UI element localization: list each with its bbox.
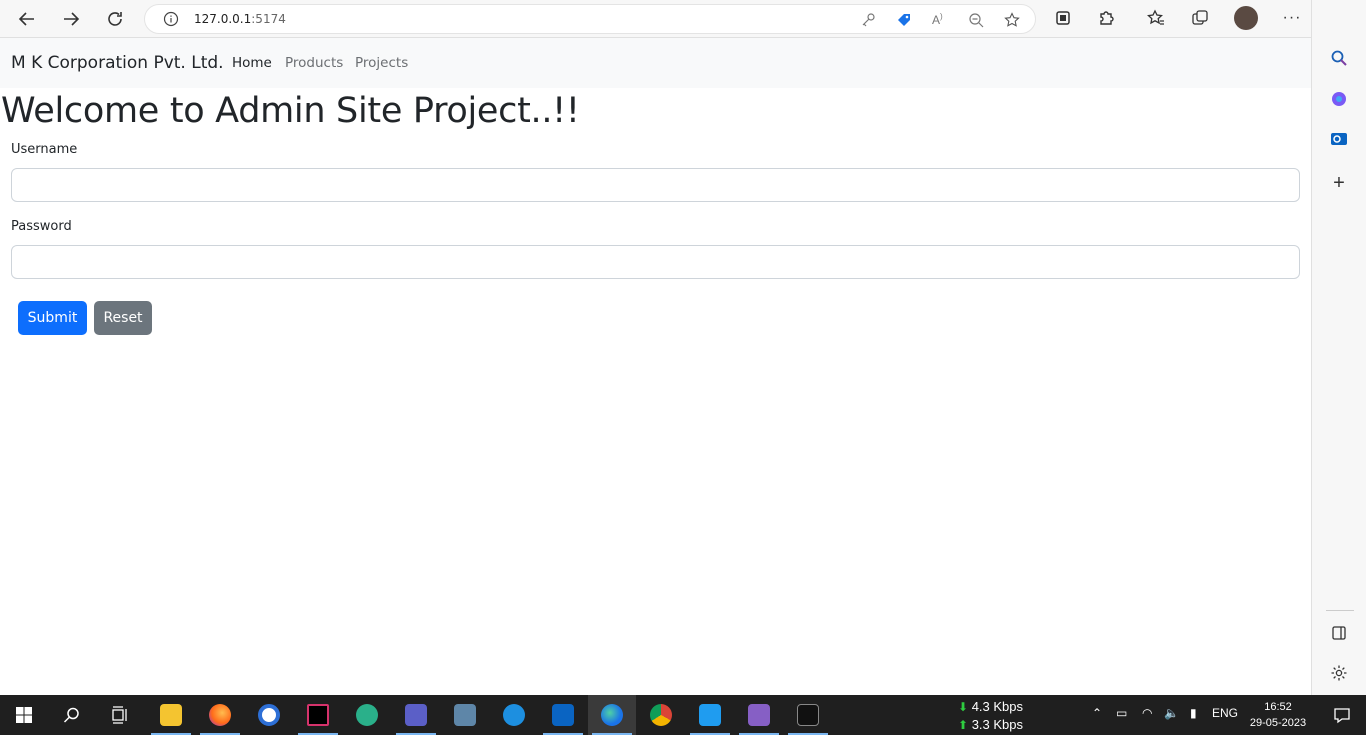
back-arrow-icon xyxy=(18,12,34,26)
vscode-taskbar[interactable] xyxy=(686,695,734,735)
terminal-icon xyxy=(797,704,819,726)
chrome-icon xyxy=(650,704,672,726)
app-taskbar[interactable] xyxy=(343,695,391,735)
app-icon xyxy=(356,704,378,726)
visual-studio-taskbar[interactable] xyxy=(735,695,783,735)
search-icon[interactable] xyxy=(1329,48,1349,68)
firefox-icon xyxy=(209,704,231,726)
app-w-icon xyxy=(258,704,280,726)
net-down-speed: 4.3 Kbps xyxy=(971,699,1024,714)
password-label: Password xyxy=(11,219,72,234)
navbar: M K Corporation Pvt. Ltd. Home Products … xyxy=(0,38,1311,88)
volume-icon[interactable]: 🔈 xyxy=(1164,706,1179,720)
wifi-icon[interactable]: ◠ xyxy=(1142,706,1152,720)
battery-icon[interactable]: ▭ xyxy=(1116,706,1127,720)
profile-avatar[interactable] xyxy=(1234,6,1258,30)
read-aloud-icon[interactable]: A) xyxy=(932,12,948,28)
chrome-taskbar[interactable] xyxy=(637,695,685,735)
sidebar-divider xyxy=(1326,610,1354,611)
app-tray-icon xyxy=(454,704,476,726)
app-tray-taskbar[interactable] xyxy=(441,695,489,735)
file-explorer-taskbar[interactable] xyxy=(147,695,195,735)
add-icon[interactable]: + xyxy=(1329,172,1349,194)
submit-button[interactable]: Submit xyxy=(18,301,87,335)
username-input[interactable] xyxy=(11,168,1300,202)
password-input[interactable] xyxy=(11,245,1300,279)
edge-taskbar[interactable] xyxy=(588,695,636,735)
nav-link-products[interactable]: Products xyxy=(285,55,343,71)
search-icon xyxy=(63,707,79,723)
notification-icon xyxy=(1334,708,1350,724)
terminal-taskbar[interactable] xyxy=(784,695,832,735)
outlook-taskbar[interactable] xyxy=(539,695,587,735)
net-up-speed: 3.3 Kbps xyxy=(971,717,1024,732)
network-speed: ⬇ 4.3 Kbps ⬆ 3.3 Kbps xyxy=(958,699,1024,732)
docker-icon xyxy=(503,704,525,726)
edge-sidebar: + xyxy=(1311,0,1366,695)
favorites-icon[interactable] xyxy=(1146,8,1166,28)
outlook-icon xyxy=(552,704,574,726)
settings-menu-icon[interactable]: ··· xyxy=(1282,8,1302,28)
language-indicator[interactable]: ENG xyxy=(1212,706,1238,720)
app-w-taskbar[interactable] xyxy=(245,695,293,735)
add-favorite-icon[interactable] xyxy=(1004,12,1020,28)
folder-icon xyxy=(160,704,182,726)
nav-link-projects[interactable]: Projects xyxy=(355,55,408,71)
url-port: :5174 xyxy=(251,12,286,26)
page-title: Welcome to Admin Site Project..!! xyxy=(1,91,580,131)
microphone-icon[interactable]: ▮ xyxy=(1190,706,1197,720)
zoom-out-icon[interactable] xyxy=(968,12,984,28)
hide-sidebar-icon[interactable] xyxy=(1329,623,1349,643)
clock-time: 16:52 xyxy=(1264,701,1292,713)
key-icon[interactable] xyxy=(860,12,876,28)
address-bar[interactable]: 127.0.0.1:5174 A) xyxy=(144,4,1036,34)
outlook-icon[interactable] xyxy=(1329,129,1349,149)
windows-taskbar: ⬇ 4.3 Kbps ⬆ 3.3 Kbps ⌃ ▭ ◠ 🔈 ▮ ENG 16:5… xyxy=(0,695,1366,735)
extensions-icon[interactable] xyxy=(1096,8,1116,28)
url-host: 127.0.0.1 xyxy=(194,12,252,26)
reset-button[interactable]: Reset xyxy=(94,301,152,335)
windows-logo-icon xyxy=(16,707,32,723)
back-button[interactable] xyxy=(12,4,42,34)
intellij-taskbar[interactable] xyxy=(294,695,342,735)
copilot-icon[interactable] xyxy=(1329,89,1349,109)
task-view-button[interactable] xyxy=(96,695,144,735)
start-button[interactable] xyxy=(0,695,48,735)
teams-taskbar[interactable] xyxy=(392,695,440,735)
shopping-tag-icon[interactable] xyxy=(896,12,912,28)
navbar-brand[interactable]: M K Corporation Pvt. Ltd. xyxy=(11,53,224,73)
notifications-button[interactable] xyxy=(1318,695,1366,735)
docker-taskbar[interactable] xyxy=(490,695,538,735)
show-hidden-icons[interactable]: ⌃ xyxy=(1092,706,1102,720)
vscode-icon xyxy=(699,704,721,726)
task-view-icon xyxy=(112,706,127,724)
clock-date: 29-05-2023 xyxy=(1249,717,1307,729)
url-text[interactable]: 127.0.0.1:5174 xyxy=(194,12,286,26)
clock[interactable]: 16:52 29-05-2023 xyxy=(1246,699,1310,731)
forward-arrow-icon xyxy=(64,12,80,26)
teams-icon xyxy=(405,704,427,726)
firefox-taskbar[interactable] xyxy=(196,695,244,735)
forward-button[interactable] xyxy=(56,4,86,34)
site-info-icon[interactable] xyxy=(163,11,179,27)
collections-icon[interactable] xyxy=(1190,8,1210,28)
browser-toolbar: 127.0.0.1:5174 A) ··· b xyxy=(0,0,1366,38)
visual-studio-icon xyxy=(748,704,770,726)
taskbar-search-button[interactable] xyxy=(48,695,96,735)
edge-icon xyxy=(601,704,623,726)
refresh-icon xyxy=(108,12,122,26)
collections-tab-icon[interactable] xyxy=(1053,8,1073,28)
page-content: M K Corporation Pvt. Ltd. Home Products … xyxy=(0,38,1311,695)
sidebar-settings-icon[interactable] xyxy=(1329,663,1349,683)
nav-link-home[interactable]: Home xyxy=(232,55,272,71)
intellij-icon xyxy=(307,704,329,726)
username-label: Username xyxy=(11,142,78,157)
refresh-button[interactable] xyxy=(100,4,130,34)
